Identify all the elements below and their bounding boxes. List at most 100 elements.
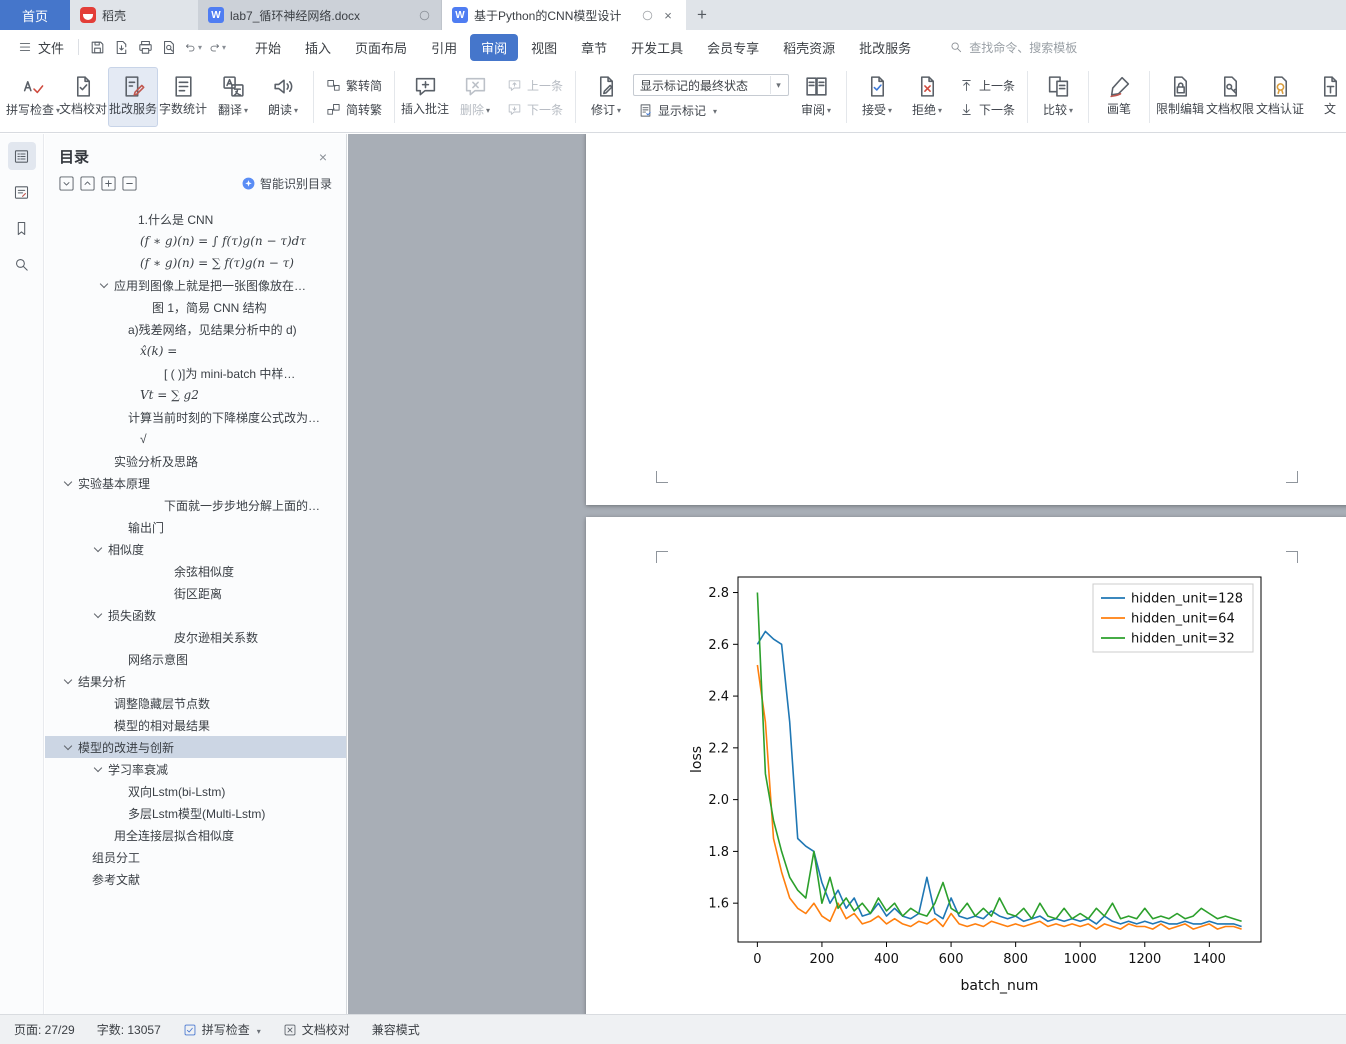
search-pane-toggle[interactable]: [8, 250, 36, 278]
toc-item[interactable]: 皮尔逊相关系数: [45, 626, 346, 648]
collapse-arrow-icon[interactable]: [93, 543, 103, 552]
toc-item[interactable]: (f ∗ g)(n) = ∫ f(τ)g(n − τ)dτ: [45, 230, 346, 252]
tab-doc-cnn[interactable]: W 基于Python的CNN模型设计 ×: [442, 0, 686, 30]
ribbon-tab-批改服务[interactable]: 批改服务: [848, 34, 922, 61]
doc-certify-button[interactable]: 文档认证: [1255, 67, 1305, 127]
print-preview-button[interactable]: [157, 35, 181, 59]
prev-comment-button[interactable]: 上一条: [502, 75, 568, 95]
bookmark-pane-toggle[interactable]: [8, 214, 36, 242]
toc-item[interactable]: 余弦相似度: [45, 560, 346, 582]
compare-button[interactable]: 比较: [1033, 67, 1083, 127]
prev-change-button[interactable]: 上一条: [954, 75, 1020, 95]
toc-item[interactable]: 计算当前时刻的下降梯度公式改为…: [45, 406, 346, 428]
next-comment-button[interactable]: 下一条: [502, 99, 568, 119]
save-button[interactable]: [85, 35, 109, 59]
collapse-arrow-icon[interactable]: [93, 763, 103, 772]
markup-state-select[interactable]: 显示标记的最终状态: [633, 74, 790, 96]
document-canvas[interactable]: 1.6 1.8 2.0 2.2 2.4 2.6 2.8 0 200 400 600 800 1000 12…: [348, 134, 1346, 1014]
toc-item[interactable]: 模型的相对最结果: [45, 714, 346, 736]
ink-button[interactable]: 画笔: [1094, 67, 1144, 127]
smart-toc-button[interactable]: 智能识别目录: [241, 175, 332, 192]
ribbon-tab-开发工具[interactable]: 开发工具: [620, 34, 694, 61]
review-pane-button[interactable]: 审阅: [791, 67, 841, 127]
word-count-button[interactable]: 字数统计: [158, 67, 208, 127]
doc-permission-button[interactable]: 文档权限: [1205, 67, 1255, 127]
command-search[interactable]: 查找命令、搜索模板: [949, 39, 1077, 56]
word-count-indicator[interactable]: 字数: 13057: [97, 1021, 161, 1038]
toc-pane-toggle[interactable]: [7, 142, 36, 170]
collapse-down-icon[interactable]: [59, 176, 74, 191]
toc-item[interactable]: 调整隐藏层节点数: [45, 692, 346, 714]
toc-item[interactable]: (f ∗ g)(n) = ∑ f(τ)g(n − τ): [45, 252, 346, 274]
simp-to-trad-button[interactable]: 简转繁: [321, 99, 387, 119]
toc-item[interactable]: 下面就一步步地分解上面的…: [45, 494, 346, 516]
file-menu-button[interactable]: 文件: [10, 38, 72, 57]
correction-service-button[interactable]: 批改服务: [108, 67, 158, 127]
redo-button[interactable]: [205, 35, 229, 59]
accept-change-button[interactable]: 接受: [852, 67, 902, 127]
comments-pane-toggle[interactable]: [8, 178, 36, 206]
restrict-edit-button[interactable]: 限制编辑: [1155, 67, 1205, 127]
collapse-up-icon[interactable]: [80, 176, 95, 191]
trad-to-simp-button[interactable]: 繁转简: [321, 75, 387, 95]
toc-item[interactable]: 街区距离: [45, 582, 346, 604]
toc-item[interactable]: 网络示意图: [45, 648, 346, 670]
toc-item[interactable]: a)残差网络，见结果分析中的 d): [45, 318, 346, 340]
close-icon[interactable]: ×: [314, 148, 332, 166]
tab-close-icon[interactable]: ×: [660, 7, 676, 23]
ribbon-tab-稻壳资源[interactable]: 稻壳资源: [772, 34, 846, 61]
track-changes-button[interactable]: 修订: [581, 67, 631, 127]
toc-item[interactable]: 实验基本原理: [45, 472, 346, 494]
toc-item[interactable]: 实验分析及思路: [45, 450, 346, 472]
toc-item[interactable]: √: [45, 428, 346, 450]
show-markup-button[interactable]: 显示标记: [633, 100, 789, 120]
ribbon-tab-章节[interactable]: 章节: [570, 34, 618, 61]
spellcheck-button[interactable]: 拼写检查: [6, 67, 58, 127]
collapse-arrow-icon[interactable]: [63, 741, 73, 750]
tab-home[interactable]: 首页: [0, 0, 70, 30]
toc-item[interactable]: 应用到图像上就是把一张图像放在…: [45, 274, 346, 296]
delete-comment-button[interactable]: 删除: [450, 67, 500, 127]
document-page-28[interactable]: 1.6 1.8 2.0 2.2 2.4 2.6 2.8 0 200 400 600 800 1000 12…: [586, 517, 1346, 1014]
tab-docer[interactable]: 稻壳: [70, 0, 198, 30]
print-button[interactable]: [133, 35, 157, 59]
toc-item[interactable]: 双向Lstm(bi-Lstm): [45, 780, 346, 802]
export-button[interactable]: [109, 35, 133, 59]
collapse-arrow-icon[interactable]: [99, 279, 109, 288]
ribbon-tab-视图[interactable]: 视图: [520, 34, 568, 61]
insert-comment-button[interactable]: 插入批注: [400, 67, 450, 127]
toc-item[interactable]: 模型的改进与创新: [45, 736, 346, 758]
toc-item[interactable]: 结果分析: [45, 670, 346, 692]
undo-button[interactable]: [181, 35, 205, 59]
toc-item[interactable]: 参考文献: [45, 868, 346, 890]
toc-item[interactable]: Vt = ∑ g2: [45, 384, 346, 406]
doc-proofread-button[interactable]: 文档校对: [58, 67, 108, 127]
toc-item[interactable]: 学习率衰减: [45, 758, 346, 780]
ribbon-tab-插入[interactable]: 插入: [294, 34, 342, 61]
toc-item[interactable]: 损失函数: [45, 604, 346, 626]
read-aloud-button[interactable]: 朗读: [258, 67, 308, 127]
clipped-ribbon-button[interactable]: 文: [1305, 67, 1346, 127]
ribbon-tab-审阅[interactable]: 审阅: [470, 33, 519, 61]
toc-item[interactable]: 图 1，简易 CNN 结构: [45, 296, 346, 318]
next-change-button[interactable]: 下一条: [954, 99, 1020, 119]
reject-change-button[interactable]: 拒绝: [902, 67, 952, 127]
translate-button[interactable]: 翻译: [208, 67, 258, 127]
toc-item[interactable]: [ ( )]为 mini-batch 中样…: [45, 362, 346, 384]
toc-item[interactable]: 输出门: [45, 516, 346, 538]
ribbon-tab-会员专享[interactable]: 会员专享: [696, 34, 770, 61]
ribbon-tab-开始[interactable]: 开始: [244, 34, 292, 61]
collapse-all-icon[interactable]: [122, 176, 137, 191]
status-spellcheck-button[interactable]: 拼写检查: [183, 1021, 261, 1038]
toc-item[interactable]: 组员分工: [45, 846, 346, 868]
expand-all-icon[interactable]: [101, 176, 116, 191]
document-page-27[interactable]: [586, 134, 1346, 505]
collapse-arrow-icon[interactable]: [93, 609, 103, 618]
tab-doc-lab7[interactable]: W lab7_循环神经网络.docx: [198, 0, 442, 30]
toc-item[interactable]: x̂(k) =: [45, 340, 346, 362]
combo-arrow-icon[interactable]: [770, 76, 786, 94]
toc-item[interactable]: 相似度: [45, 538, 346, 560]
toc-item[interactable]: 1.什么是 CNN: [45, 208, 346, 230]
new-tab-button[interactable]: +: [686, 0, 718, 30]
collapse-arrow-icon[interactable]: [63, 477, 73, 486]
